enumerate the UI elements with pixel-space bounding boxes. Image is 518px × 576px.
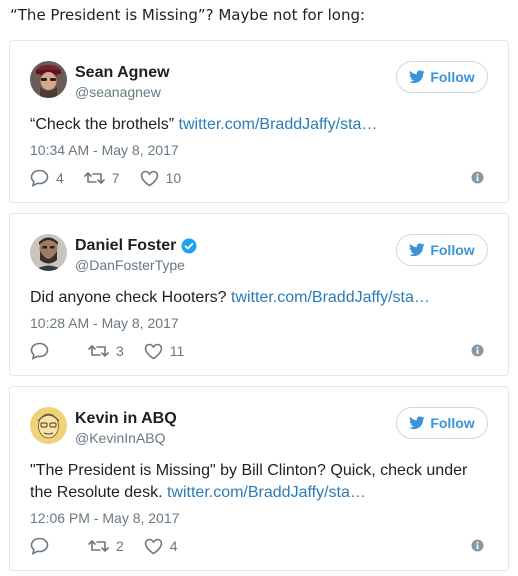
avatar[interactable] (30, 61, 67, 98)
reply-icon (30, 342, 49, 360)
reply-count: 4 (56, 170, 64, 186)
like-count: 11 (169, 343, 185, 359)
reply-icon (30, 537, 49, 555)
twitter-bird-icon (409, 416, 426, 430)
like-count: 4 (169, 538, 178, 554)
retweet-button[interactable]: 2 (88, 538, 124, 554)
tweet-text: Did anyone check Hooters? twitter.com/Br… (30, 289, 430, 306)
avatar[interactable] (30, 407, 67, 444)
author-handle[interactable]: @seanagnew (75, 84, 161, 100)
author-name[interactable]: Kevin in ABQ (75, 410, 177, 428)
like-button[interactable]: 10 (140, 170, 182, 187)
tweet-date[interactable]: 12:06 PM - May 8, 2017 (30, 510, 179, 526)
info-icon[interactable] (471, 344, 484, 357)
info-icon[interactable] (471, 171, 484, 184)
reply-button[interactable] (30, 342, 56, 360)
retweet-button[interactable]: 3 (88, 343, 124, 359)
author-name[interactable]: Daniel Foster (75, 237, 197, 255)
retweet-icon (88, 540, 109, 552)
verified-badge-icon (181, 238, 197, 254)
retweet-icon (83, 172, 105, 184)
author-handle[interactable]: @KevinInABQ (75, 430, 165, 446)
tweet-date[interactable]: 10:28 AM - May 8, 2017 (30, 315, 179, 331)
like-count: 10 (165, 170, 182, 186)
tweet-card[interactable]: Daniel Foster @DanFosterType Follow Did … (9, 213, 509, 376)
reply-icon (30, 169, 49, 187)
retweet-count: 2 (116, 538, 124, 554)
like-button[interactable]: 4 (144, 538, 178, 555)
avatar[interactable] (30, 234, 67, 271)
retweet-count: 3 (116, 343, 124, 359)
author-handle[interactable]: @DanFosterType (75, 257, 185, 273)
retweet-icon (88, 345, 109, 357)
reply-button[interactable] (30, 537, 56, 555)
tweet-actions: 3 11 (30, 341, 488, 361)
follow-button[interactable]: Follow (396, 61, 488, 93)
like-button[interactable]: 11 (144, 343, 185, 360)
follow-button[interactable]: Follow (396, 407, 488, 439)
tweet-link[interactable]: twitter.com/BraddJaffy/sta… (167, 484, 366, 501)
follow-button[interactable]: Follow (396, 234, 488, 266)
author-name[interactable]: Sean Agnew (75, 64, 170, 82)
tweet-link[interactable]: twitter.com/BraddJaffy/sta… (231, 289, 430, 306)
retweet-button[interactable]: 7 (83, 170, 120, 186)
twitter-bird-icon (409, 243, 426, 257)
tweet-text: “Check the brothels” twitter.com/BraddJa… (30, 116, 378, 133)
info-icon[interactable] (471, 539, 484, 552)
twitter-bird-icon (409, 70, 426, 84)
tweet-card[interactable]: Sean Agnew @seanagnew Follow “Check the … (9, 40, 509, 203)
reply-button[interactable]: 4 (30, 169, 64, 187)
tweet-date[interactable]: 10:34 AM - May 8, 2017 (30, 142, 179, 158)
heart-icon (144, 343, 163, 359)
tweet-link[interactable]: twitter.com/BraddJaffy/sta… (179, 116, 378, 133)
tweet-text: "The President is Missing" by Bill Clint… (30, 462, 468, 501)
tweet-card[interactable]: Kevin in ABQ @KevinInABQ Follow "The Pre… (9, 386, 509, 571)
tweet-actions: 4 7 10 (30, 168, 488, 188)
heart-icon (144, 538, 163, 554)
retweet-count: 7 (111, 170, 120, 186)
tweet-actions: 2 4 (30, 536, 488, 556)
intro-text: “The President is Missing”? Maybe not fo… (10, 6, 366, 24)
heart-icon (140, 170, 158, 186)
